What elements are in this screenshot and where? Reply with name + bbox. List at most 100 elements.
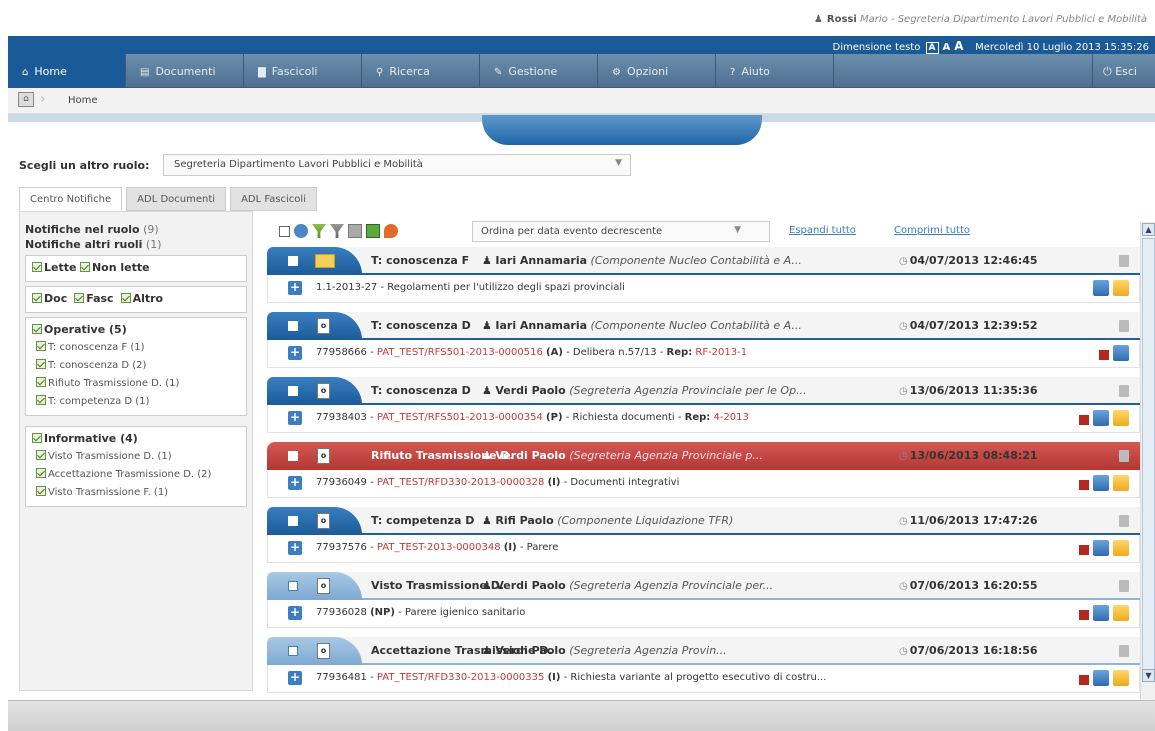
- notification-segnatura[interactable]: PAT_TEST/RFD330-2013-0000328: [377, 477, 545, 488]
- notification-checkbox[interactable]: [288, 646, 298, 656]
- nav-tab-fascicoli[interactable]: ▇ Fascicoli: [244, 54, 362, 88]
- role-select[interactable]: Segreteria Dipartimento Lavori Pubblici …: [163, 154, 631, 176]
- tab-adl-documenti[interactable]: ADL Documenti: [126, 187, 227, 211]
- notification-checkbox[interactable]: [288, 386, 298, 396]
- notification-rep[interactable]: 4-2013: [713, 412, 748, 423]
- text-size-large-button[interactable]: A: [954, 39, 963, 53]
- transmit-icon[interactable]: [1093, 280, 1109, 296]
- expand-icon[interactable]: +: [288, 281, 302, 295]
- notification-segnatura[interactable]: PAT_TEST/RFS501-2013-0000516: [377, 347, 543, 358]
- export-excel-icon[interactable]: [366, 224, 380, 238]
- notification-item[interactable]: T: conoscenza F ♟ Iari Annamaria (Compone…: [267, 247, 1140, 312]
- non-lette-checkbox[interactable]: [79, 262, 90, 272]
- collapse-handle[interactable]: [482, 115, 762, 145]
- transmit-icon[interactable]: [1093, 670, 1109, 686]
- nav-tab-ricerca[interactable]: ⚲ Ricerca: [362, 54, 480, 88]
- flag-icon[interactable]: [1079, 610, 1089, 620]
- nav-tab-opzioni[interactable]: ⚙ Opzioni: [598, 54, 716, 88]
- informative-checkbox[interactable]: [32, 433, 42, 443]
- add-to-adl-icon[interactable]: [1113, 280, 1129, 296]
- notification-segnatura[interactable]: PAT_TEST/RFD330-2013-0000335: [377, 672, 545, 683]
- tab-adl-fascicoli[interactable]: ADL Fascicoli: [230, 187, 317, 211]
- filter-checkbox[interactable]: [36, 468, 46, 478]
- add-to-adl-icon[interactable]: [1113, 475, 1129, 491]
- notification-item[interactable]: o Accettazione Trasmissione D. ♟ Verdi Pao…: [267, 637, 1140, 698]
- fasc-checkbox[interactable]: [74, 293, 85, 303]
- expand-icon[interactable]: +: [288, 476, 302, 490]
- trash-icon[interactable]: [1119, 255, 1129, 267]
- filter-checkbox[interactable]: [36, 395, 46, 405]
- trash-icon[interactable]: [1119, 645, 1129, 657]
- flag-icon[interactable]: [1079, 545, 1089, 555]
- flag-icon[interactable]: [1099, 350, 1109, 360]
- transmit-icon[interactable]: [1113, 345, 1129, 361]
- pin-icon[interactable]: [384, 224, 398, 238]
- trash-icon[interactable]: [1119, 580, 1129, 592]
- scroll-thumb[interactable]: [1142, 238, 1155, 678]
- filter-icon[interactable]: [312, 224, 326, 238]
- notification-checkbox[interactable]: [288, 581, 298, 591]
- transmit-icon[interactable]: [1093, 475, 1109, 491]
- nav-tab-gestione[interactable]: ✎ Gestione: [480, 54, 598, 88]
- remove-filter-icon[interactable]: [330, 224, 344, 238]
- nav-tab-aiuto[interactable]: ? Aiuto: [716, 54, 834, 88]
- filter-checkbox[interactable]: [36, 359, 46, 369]
- expand-all-link[interactable]: Espandi tutto: [789, 225, 856, 236]
- add-to-adl-icon[interactable]: [1113, 670, 1129, 686]
- notification-item[interactable]: o T: conoscenza D ♟ Verdi Paolo (Segreteri…: [267, 377, 1140, 442]
- expand-icon[interactable]: +: [288, 411, 302, 425]
- flag-icon[interactable]: [1079, 415, 1089, 425]
- trash-icon[interactable]: [1119, 515, 1129, 527]
- text-size-medium-button[interactable]: A: [943, 42, 951, 53]
- notification-checkbox[interactable]: [288, 256, 298, 266]
- notification-item[interactable]: o T: conoscenza D ♟ Iari Annamaria (Compon…: [267, 312, 1140, 377]
- order-select[interactable]: Ordina per data evento decrescente ▼: [472, 221, 770, 242]
- add-to-adl-icon[interactable]: [1113, 605, 1129, 621]
- notification-checkbox[interactable]: [288, 321, 298, 331]
- collapse-all-link[interactable]: Comprimi tutto: [894, 225, 970, 236]
- scroll-down-button[interactable]: ▼: [1142, 669, 1155, 682]
- notification-item[interactable]: o Rifiuto Trasmissione D. ♟ Verdi Paolo (S…: [267, 442, 1140, 507]
- select-all-checkbox[interactable]: [279, 225, 290, 237]
- text-size-small-button[interactable]: A: [925, 42, 939, 54]
- expand-icon[interactable]: +: [288, 671, 302, 685]
- breadcrumb-home-icon[interactable]: ⌂: [18, 92, 34, 107]
- logout-button[interactable]: ⏻ Esci: [1093, 54, 1155, 87]
- notification-item[interactable]: o Visto Trasmissione D. ♟ Verdi Paolo (Seg…: [267, 572, 1140, 637]
- expand-icon[interactable]: +: [288, 346, 302, 360]
- tab-centro-notifiche[interactable]: Centro Notifiche: [19, 187, 123, 211]
- doc-checkbox[interactable]: [32, 293, 42, 303]
- notification-rep[interactable]: RF-2013-1: [695, 347, 747, 358]
- trash-icon[interactable]: [1119, 450, 1129, 462]
- scroll-up-button[interactable]: ▲: [1142, 223, 1155, 236]
- flag-icon[interactable]: [1079, 480, 1089, 490]
- filter-checkbox[interactable]: [36, 450, 46, 460]
- notifiche-altri-ruoli[interactable]: Notifiche altri ruoli (1): [25, 238, 252, 251]
- transmit-icon[interactable]: [1093, 540, 1109, 556]
- transmit-icon[interactable]: [1093, 605, 1109, 621]
- notifiche-ruolo[interactable]: Notifiche nel ruolo (9): [25, 223, 252, 236]
- trash-icon[interactable]: [1119, 320, 1129, 332]
- flag-icon[interactable]: [1079, 675, 1089, 685]
- operative-checkbox[interactable]: [32, 324, 42, 334]
- lette-checkbox[interactable]: [32, 262, 42, 272]
- notification-checkbox[interactable]: [288, 451, 298, 461]
- expand-icon[interactable]: +: [288, 541, 302, 555]
- expand-icon[interactable]: +: [288, 606, 302, 620]
- add-to-adl-icon[interactable]: [1113, 410, 1129, 426]
- notification-segnatura[interactable]: PAT_TEST-2013-0000348: [377, 542, 501, 553]
- trash-icon[interactable]: [1119, 385, 1129, 397]
- filter-checkbox[interactable]: [36, 377, 46, 387]
- altro-checkbox[interactable]: [120, 293, 131, 303]
- filter-checkbox[interactable]: [36, 341, 46, 351]
- transmit-icon[interactable]: [1093, 410, 1109, 426]
- filter-checkbox[interactable]: [36, 486, 46, 496]
- notification-item[interactable]: o T: competenza D ♟ Rifi Paolo (Componente…: [267, 507, 1140, 572]
- nav-tab-documenti[interactable]: ▤ Documenti: [126, 54, 244, 88]
- add-to-adl-icon[interactable]: [1113, 540, 1129, 556]
- refresh-icon[interactable]: [294, 224, 308, 238]
- vertical-scrollbar[interactable]: ▲ ▼: [1140, 222, 1155, 700]
- notification-checkbox[interactable]: [288, 516, 298, 526]
- view-icon[interactable]: [348, 224, 362, 238]
- nav-tab-home[interactable]: ⌂ Home: [8, 54, 126, 88]
